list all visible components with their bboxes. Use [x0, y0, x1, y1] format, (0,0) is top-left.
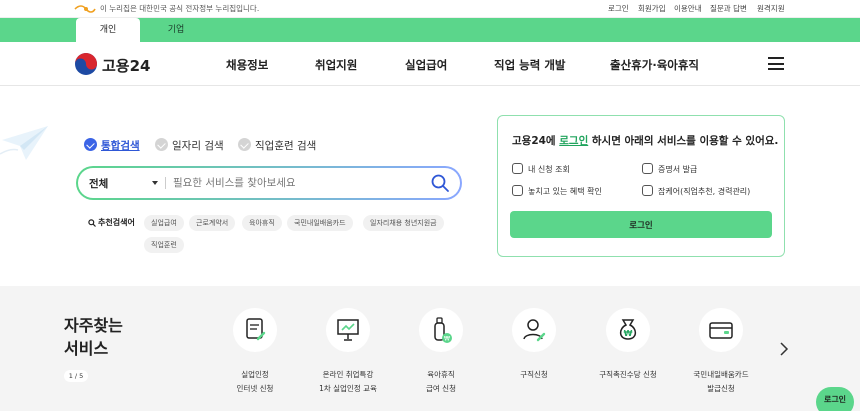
service-label[interactable]: 구직신청	[484, 368, 584, 382]
person-edit-icon[interactable]	[512, 308, 556, 352]
util-login-link[interactable]: 로그인	[608, 3, 629, 14]
login-button[interactable]: 로그인	[510, 211, 772, 238]
divider	[165, 177, 166, 189]
service-missed-benefits[interactable]: 놓치고 있는 혜택 확인	[512, 185, 602, 197]
service-label[interactable]: 온라인 취업특강 1차 실업인정 교육	[298, 368, 398, 396]
tab-company[interactable]: 기업	[148, 18, 204, 42]
nav-item-unemployment-benefit[interactable]: 실업급여	[405, 57, 447, 73]
site-header: 고용24 채용정보 취업지원 실업급여 직업 능력 개발 출산휴가·육아휴직	[0, 42, 860, 86]
search-box: 전체	[76, 166, 462, 200]
nav-item-employment-support[interactable]: 취업지원	[315, 57, 357, 73]
egov-logo-icon	[74, 5, 96, 13]
service-label[interactable]: 국민내일배움카드 발급신청	[671, 368, 771, 396]
carousel-pager: 1 / 5	[64, 370, 88, 382]
caret-down-icon[interactable]	[152, 181, 158, 185]
svg-text:₩: ₩	[624, 329, 633, 338]
check-icon	[238, 138, 251, 151]
search-icon[interactable]	[430, 173, 450, 193]
keyword-chip[interactable]: 육아휴직	[242, 215, 282, 231]
service-my-applications[interactable]: 내 신청 조회	[512, 163, 570, 175]
card-icon[interactable]	[699, 308, 743, 352]
frequent-services-title: 자주찾는 서비스	[64, 316, 123, 358]
baby-bottle-icon[interactable]: ₩	[419, 308, 463, 352]
service-jobcare[interactable]: 잡케어(직업추천, 경력관리)	[642, 185, 750, 197]
service-label[interactable]: 구직촉진수당 신청	[578, 368, 678, 382]
money-bag-icon[interactable]: ₩	[606, 308, 650, 352]
nav-item-vocational-training[interactable]: 직업 능력 개발	[494, 57, 566, 73]
brand-name[interactable]: 고용24	[102, 55, 150, 76]
scope-label: 일자리 검색	[172, 140, 224, 152]
util-remote-link[interactable]: 원격지원	[757, 3, 785, 14]
document-edit-icon[interactable]	[233, 308, 277, 352]
jobcare-gear-icon	[642, 185, 653, 196]
category-select[interactable]: 전체	[89, 176, 108, 191]
certificate-icon	[642, 163, 653, 174]
chevron-right-icon[interactable]	[779, 342, 789, 356]
gov-notice-text: 이 누리집은 대한민국 공식 전자정부 누리집입니다.	[100, 4, 260, 13]
check-icon	[155, 138, 168, 151]
login-highlight-link[interactable]: 로그인	[559, 135, 588, 147]
scope-integrated[interactable]: 통합검색	[84, 138, 140, 153]
keyword-chip[interactable]: 실업급여	[144, 215, 184, 231]
search-small-icon	[88, 219, 96, 227]
util-qna-link[interactable]: 질문과 답변	[710, 3, 747, 14]
scope-label: 직업훈련 검색	[255, 140, 317, 152]
hamburger-menu-icon[interactable]	[768, 57, 784, 70]
presentation-board-icon[interactable]	[326, 308, 370, 352]
recommended-title: 추천검색어	[98, 218, 135, 227]
taegeuk-logo-icon[interactable]	[74, 52, 98, 76]
keyword-chip[interactable]: 직업훈련	[144, 237, 184, 253]
face-list-icon	[512, 163, 523, 174]
gov-notice-bar: 이 누리집은 대한민국 공식 전자정부 누리집입니다. 로그인 회원가입 이용안…	[0, 0, 860, 18]
keyword-chip[interactable]: 근로계약서	[189, 215, 236, 231]
benefit-search-icon	[512, 185, 523, 196]
nav-item-jobs[interactable]: 채용정보	[226, 57, 268, 73]
svg-text:₩: ₩	[444, 336, 450, 343]
util-guide-link[interactable]: 이용안내	[674, 3, 702, 14]
login-card-title: 고용24에 로그인 하시면 아래의 서비스를 이용할 수 있어요.	[512, 135, 779, 147]
service-label[interactable]: 육아휴직 급여 신청	[391, 368, 491, 396]
check-icon	[84, 138, 97, 151]
search-input[interactable]	[173, 173, 413, 193]
floating-login-button[interactable]: 로그인	[816, 387, 854, 411]
util-signup-link[interactable]: 회원가입	[638, 3, 666, 14]
audience-tab-bar: 개인 기업	[0, 18, 860, 42]
tab-personal[interactable]: 개인	[76, 18, 140, 42]
scope-jobs[interactable]: 일자리 검색	[155, 138, 224, 153]
frequent-services-section: 자주찾는 서비스 1 / 5 실업인정 인터넷 신청 온라인 취업특강 1차 실업인…	[0, 286, 860, 411]
service-label[interactable]: 실업인정 인터넷 신청	[205, 368, 305, 396]
scope-training[interactable]: 직업훈련 검색	[238, 138, 316, 153]
nav-item-parental-leave[interactable]: 출산휴가·육아휴직	[610, 57, 699, 73]
keyword-chip[interactable]: 일자리채용 청년지원금	[363, 215, 444, 231]
login-card: 고용24에 로그인 하시면 아래의 서비스를 이용할 수 있어요. 내 신청 조…	[497, 115, 785, 257]
service-certificate[interactable]: 증명서 발급	[642, 163, 697, 175]
scope-label: 통합검색	[101, 140, 140, 152]
keyword-chip[interactable]: 국민내일배움카드	[287, 215, 353, 231]
paper-plane-icon	[0, 126, 48, 160]
